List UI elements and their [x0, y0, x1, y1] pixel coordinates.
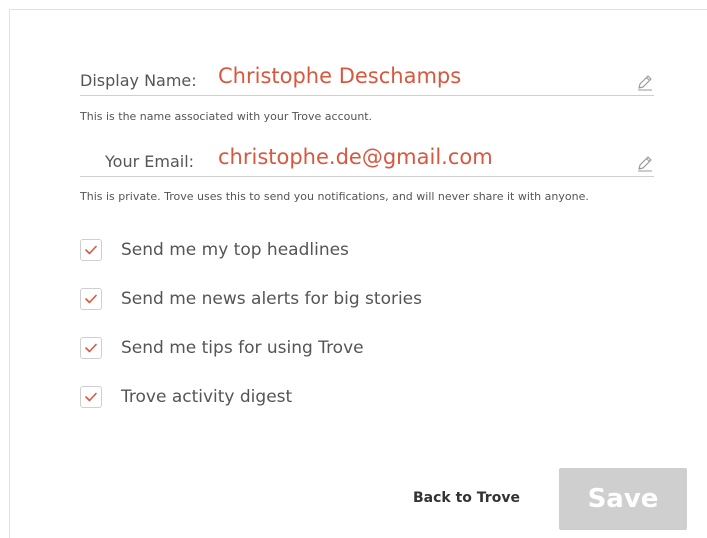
preference-label: Send me news alerts for big stories — [121, 289, 422, 309]
display-name-help: This is the name associated with your Tr… — [80, 110, 373, 123]
checkmark-icon — [85, 294, 97, 304]
checkmark-icon — [85, 343, 97, 353]
checkbox[interactable] — [80, 337, 102, 359]
checkmark-icon — [85, 392, 97, 402]
display-name-field[interactable]: Display Name: Christophe Deschamps — [80, 63, 654, 96]
email-value[interactable]: christophe.de@gmail.com — [218, 145, 493, 169]
checkmark-icon — [85, 245, 97, 255]
preference-news-alerts[interactable]: Send me news alerts for big stories — [80, 286, 422, 312]
email-help: This is private. Trove uses this to send… — [80, 190, 589, 203]
preference-label: Trove activity digest — [121, 387, 293, 407]
checkbox[interactable] — [80, 386, 102, 408]
checkbox[interactable] — [80, 288, 102, 310]
preference-activity-digest[interactable]: Trove activity digest — [80, 384, 292, 410]
back-to-trove-link[interactable]: Back to Trove — [413, 490, 520, 506]
pencil-icon[interactable] — [636, 73, 654, 91]
preference-label: Send me my top headlines — [121, 240, 349, 260]
pencil-icon[interactable] — [636, 154, 654, 172]
checkbox[interactable] — [80, 239, 102, 261]
save-button[interactable]: Save — [559, 468, 687, 530]
settings-panel: Display Name: Christophe Deschamps This … — [9, 9, 707, 538]
display-name-label: Display Name: — [80, 71, 197, 90]
email-field[interactable]: Your Email: christophe.de@gmail.com — [80, 144, 654, 177]
preference-tips[interactable]: Send me tips for using Trove — [80, 335, 364, 361]
email-label: Your Email: — [105, 152, 195, 171]
preference-label: Send me tips for using Trove — [121, 338, 364, 358]
display-name-value[interactable]: Christophe Deschamps — [218, 64, 461, 88]
preference-top-headlines[interactable]: Send me my top headlines — [80, 237, 349, 263]
